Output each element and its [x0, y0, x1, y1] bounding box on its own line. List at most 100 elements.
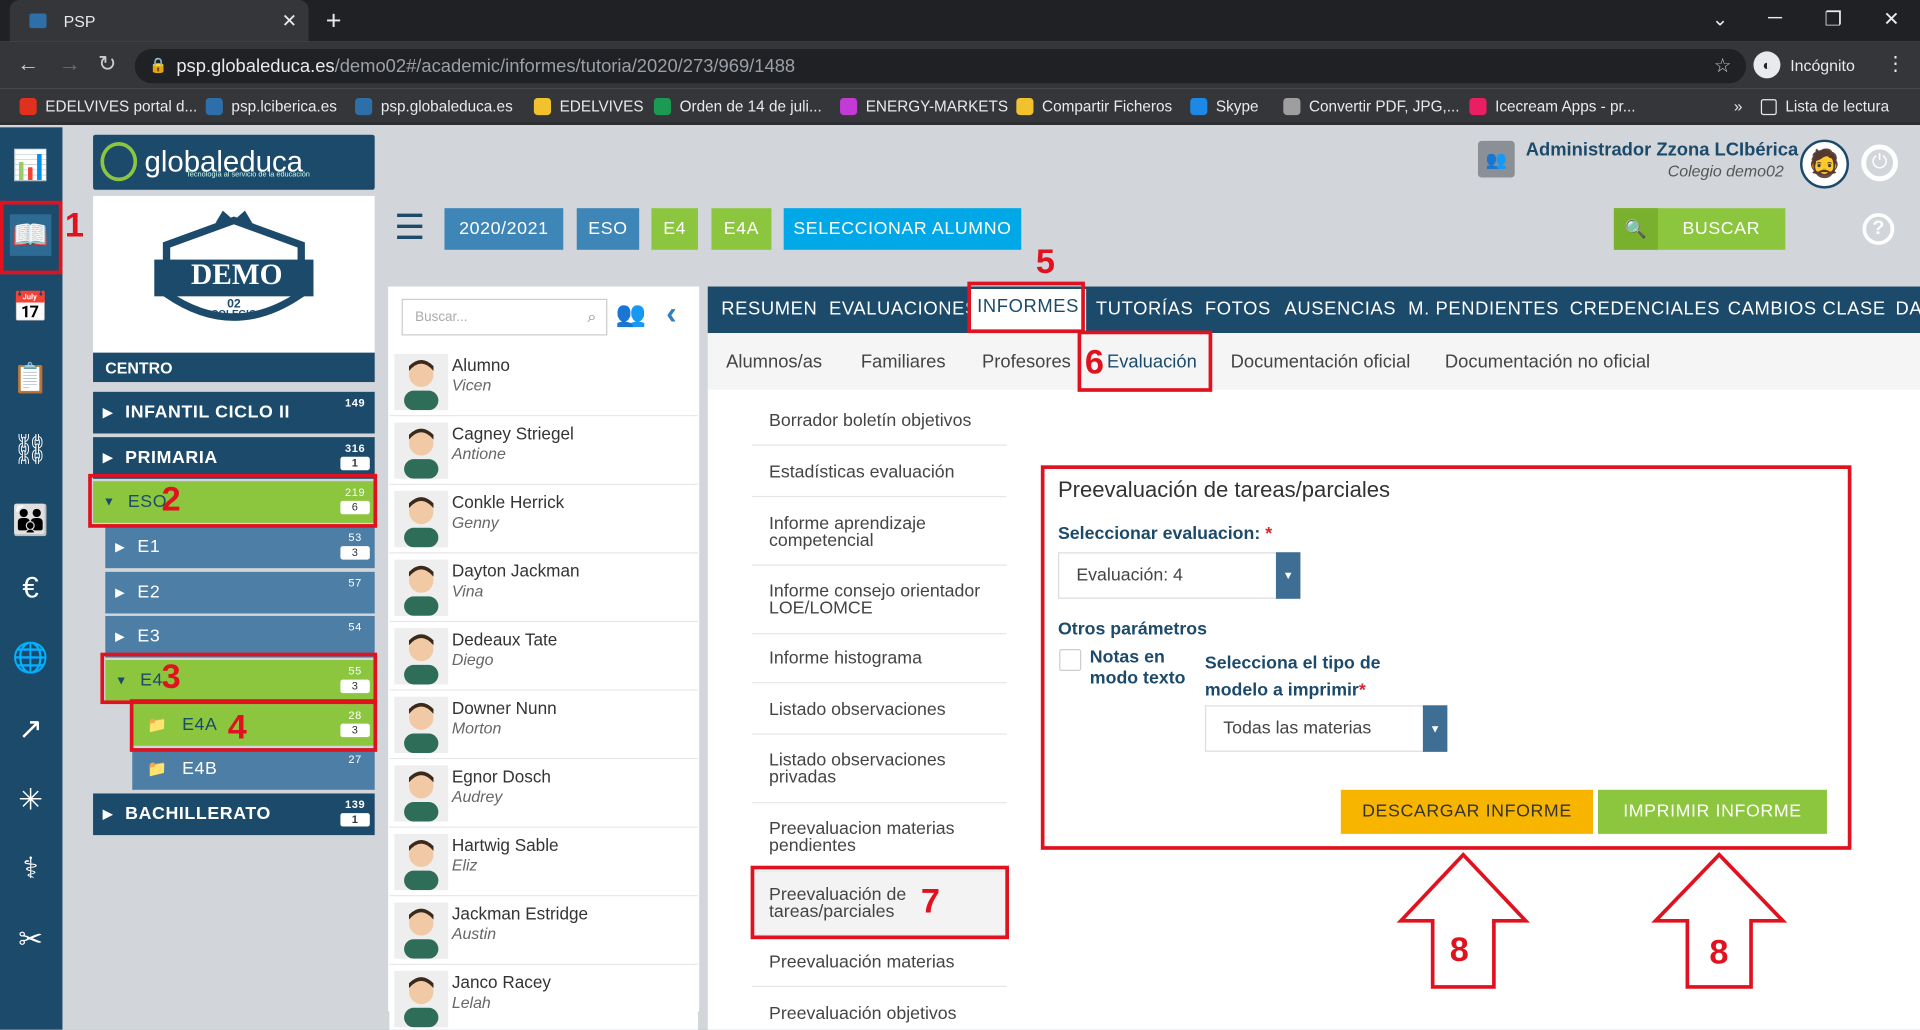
student-photo-icon [394, 765, 449, 822]
bookmark-item[interactable]: EDELVIVES portal d... [19, 96, 198, 118]
report-list-item[interactable]: Preevaluacion materias pendientes [751, 803, 1007, 872]
course-selector[interactable]: E4 [651, 208, 698, 250]
tree-node-infantil[interactable]: ▶ INFANTIL CICLO II 149 [93, 391, 375, 434]
student-row[interactable]: Jackman Estridge Austin [389, 896, 698, 965]
bookmark-item[interactable]: Orden de 14 de juli... [653, 96, 822, 118]
student-row[interactable]: Alumno Vicen [389, 347, 698, 417]
bookmark-item[interactable]: EDELVIVES [533, 96, 644, 118]
minimize-icon[interactable]: ─ [1768, 7, 1782, 29]
dashboard-icon[interactable]: 📊 [10, 144, 52, 186]
close-tab-icon[interactable]: ✕ [282, 10, 297, 32]
bookmark-item[interactable]: Compartir Ficheros [1016, 96, 1172, 118]
euro-icon[interactable]: € [10, 568, 52, 610]
stage-selector[interactable]: ESO [576, 208, 640, 250]
main-tab[interactable]: FOTOS [1205, 299, 1271, 320]
student-row[interactable]: Cagney Striegel Antione [389, 416, 698, 485]
count-badge: 149 [340, 397, 369, 410]
forward-icon[interactable]: → [59, 51, 81, 77]
student-row[interactable]: Dedeaux Tate Diego [389, 622, 698, 691]
bookmark-item[interactable]: ENERGY-MARKETS [840, 96, 1008, 118]
count-total: 53 [348, 531, 362, 544]
student-row[interactable]: Egnor Dosch Audrey [389, 759, 698, 828]
tree-node-bachillerato[interactable]: ▶ BACHILLERATO 139 1 [93, 793, 375, 836]
bookmarks-more[interactable]: » [1734, 96, 1743, 118]
search-button-label: BUSCAR [1682, 219, 1761, 239]
sub-tab[interactable]: Documentación oficial [1231, 351, 1411, 372]
bookmark-item[interactable]: Convertir PDF, JPG,... [1283, 96, 1460, 118]
calendar-icon[interactable]: 📅 [10, 287, 52, 329]
main-tab[interactable]: EVALUACIONES [829, 299, 978, 320]
student-row[interactable]: Hartwig Sable Eliz [389, 827, 698, 897]
tree-node-e4b[interactable]: 📁 E4B 27 [132, 748, 375, 790]
incognito-indicator[interactable]: ◐ Incógnito [1753, 49, 1855, 81]
main-tab[interactable]: M. PENDIENTES [1408, 299, 1559, 320]
tree-node-e1[interactable]: ▶ E1 53 3 [105, 526, 375, 569]
report-list-item[interactable]: Listado observaciones privadas [751, 735, 1007, 804]
bookmark-item[interactable]: psp.globaleduca.es [355, 96, 513, 118]
collapse-panel-icon[interactable]: ‹ [666, 294, 677, 332]
address-bar[interactable]: 🔒 psp.globaleduca.es/demo02#/academic/in… [134, 48, 1747, 84]
report-list-item[interactable]: Informe aprendizaje competencial [751, 500, 1007, 566]
tree-node-e2[interactable]: ▶ E2 57 [105, 571, 375, 614]
select-student-button[interactable]: SELECCIONAR ALUMNO [783, 208, 1022, 250]
main-tab[interactable]: CAMBIOS CLASE [1728, 299, 1886, 320]
student-row[interactable]: Janco Racey Lelah [389, 964, 698, 1030]
network-icon[interactable]: ✳ [10, 779, 52, 821]
avatar[interactable]: 🧔 [1800, 139, 1849, 189]
main-tab[interactable]: RESUMEN [721, 299, 817, 320]
report-list-item[interactable]: Preevaluación materias [751, 938, 1007, 987]
main-tab[interactable]: TUTORÍAS [1096, 299, 1193, 320]
stethoscope-icon[interactable]: ⚕ [10, 847, 52, 889]
reading-list[interactable]: Lista de lectura [1760, 96, 1889, 118]
report-list-item[interactable]: Listado observaciones [751, 686, 1007, 735]
new-tab-icon[interactable]: + [326, 5, 342, 37]
tree-node-e3[interactable]: ▶ E3 54 [105, 615, 375, 658]
globaleduca-logo[interactable]: globaleduca Tecnología al servicio de la… [93, 134, 375, 190]
family-icon[interactable]: 👪 [10, 500, 52, 542]
year-selector[interactable]: 2020/2021 [444, 208, 564, 250]
main-tab[interactable]: CREDENCIALES [1570, 299, 1720, 320]
sub-tab[interactable]: Alumnos/as [726, 351, 822, 372]
profile-dropdown-icon[interactable]: ⌄ [1712, 7, 1728, 31]
report-list-item[interactable]: Preevaluación objetivos [752, 989, 1007, 1029]
stats-icon[interactable]: ↗ [10, 708, 52, 750]
main-tab[interactable]: AUSENCIAS [1285, 299, 1397, 320]
help-icon[interactable]: ? [1862, 213, 1895, 245]
web-icon[interactable]: 🌐 [10, 637, 52, 679]
bookmark-star-icon[interactable]: ☆ [1714, 54, 1732, 78]
folder-icon: 📁 [146, 759, 168, 778]
group-selector[interactable]: E4A [711, 208, 772, 250]
bookmark-label: psp.globaleduca.es [380, 97, 513, 116]
bookmark-item[interactable]: psp.lciberica.es [205, 96, 337, 118]
browser-tab[interactable]: PSP [9, 0, 309, 42]
hamburger-menu-icon[interactable]: ☰ [394, 210, 426, 245]
groups-icon[interactable]: 👥 [1477, 140, 1515, 178]
sub-tab[interactable]: Familiares [861, 351, 946, 372]
canteen-icon[interactable]: ✂ [10, 918, 52, 960]
main-tab[interactable]: DA [1896, 299, 1920, 320]
student-row[interactable]: Conkle Herrick Genny [389, 484, 698, 554]
clipboard-icon[interactable]: 📋 [10, 358, 52, 400]
sub-tab[interactable]: Documentación no oficial [1445, 351, 1650, 372]
close-window-icon[interactable]: ✕ [1883, 7, 1899, 31]
browser-menu-icon[interactable]: ⋮ [1886, 51, 1906, 75]
tree-node-primaria[interactable]: ▶ PRIMARIA 316 1 [93, 437, 375, 479]
reload-icon[interactable]: ↻ [98, 51, 116, 77]
structure-icon[interactable]: ⛓ [10, 429, 52, 471]
bookmark-item[interactable]: Skype [1190, 96, 1258, 118]
power-logout-icon[interactable]: ⏻ [1861, 144, 1898, 182]
search-button[interactable]: 🔍 BUSCAR [1613, 208, 1786, 250]
restore-icon[interactable]: ❐ [1825, 7, 1843, 31]
student-first-name: Vina [451, 581, 484, 601]
student-row[interactable]: Downer Nunn Morton [389, 690, 698, 760]
student-row[interactable]: Dayton Jackman Vina [389, 553, 698, 623]
student-search-input[interactable]: Buscar... ⌕ [401, 298, 608, 336]
sub-tab[interactable]: Profesores [982, 351, 1071, 372]
back-icon[interactable]: ← [17, 51, 39, 77]
report-list-item[interactable]: Informe histograma [751, 634, 1007, 684]
report-list-item[interactable]: Estadísticas evaluación [751, 448, 1007, 498]
hide-photos-icon[interactable]: 👥 [616, 299, 646, 330]
bookmark-item[interactable]: Icecream Apps - pr... [1469, 96, 1635, 118]
report-list-item[interactable]: Borrador boletín objetivos [751, 397, 1007, 446]
report-list-item[interactable]: Informe consejo orientador LOE/LOMCE [751, 566, 1007, 635]
